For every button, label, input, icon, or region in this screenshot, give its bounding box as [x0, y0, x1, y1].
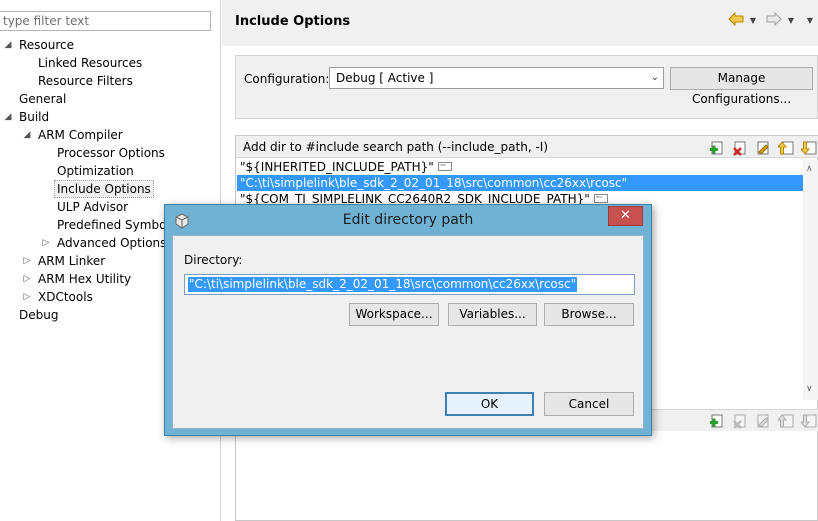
move-down-icon[interactable]: [799, 140, 817, 156]
include-paths-header: Add dir to #include search path (--inclu…: [236, 136, 818, 158]
tree-item-advanced-options[interactable]: Advanced Options: [55, 234, 168, 252]
move-up-icon[interactable]: [776, 140, 794, 156]
directory-input-value: "C:\ti\simplelink\ble_sdk_2_02_01_18\src…: [188, 277, 578, 292]
tree-item-resource[interactable]: Resource: [17, 36, 76, 54]
delete-icon[interactable]: [732, 413, 748, 429]
tree-item-arm-compiler[interactable]: ARM Compiler: [36, 126, 125, 144]
include-path-row[interactable]: "${INHERITED_INCLUDE_PATH}": [237, 158, 803, 175]
tree-item-xdctools[interactable]: XDCtools: [36, 288, 95, 306]
forward-arrow-icon[interactable]: [765, 11, 783, 30]
expand-toggle-icon[interactable]: ▷: [22, 288, 32, 306]
ok-button[interactable]: OK: [445, 392, 534, 416]
tree-item-linked-resources[interactable]: Linked Resources: [36, 54, 144, 72]
page-header: Include Options ▼ ▼ ▼: [222, 0, 818, 46]
expand-toggle-icon[interactable]: ◢: [22, 126, 32, 144]
directory-input[interactable]: "C:\ti\simplelink\ble_sdk_2_02_01_18\src…: [184, 274, 635, 295]
scroll-up-icon[interactable]: ∧: [806, 164, 813, 174]
move-down-icon[interactable]: [799, 413, 817, 429]
tree-item-include-options[interactable]: Include Options: [54, 180, 154, 198]
tree-item-general[interactable]: General: [17, 90, 68, 108]
move-up-icon[interactable]: [776, 413, 794, 429]
directory-label: Directory:: [184, 253, 243, 267]
ellipsis-icon: [593, 190, 608, 206]
variables-button[interactable]: Variables...: [448, 303, 537, 326]
dialog-titlebar[interactable]: Edit directory path ✕: [165, 205, 651, 235]
back-history-chevron-icon[interactable]: ▼: [748, 12, 758, 30]
expand-toggle-icon[interactable]: ◢: [3, 108, 13, 126]
expand-toggle-icon[interactable]: ◢: [3, 36, 13, 54]
add-icon[interactable]: [709, 413, 725, 429]
expand-toggle-icon[interactable]: ▷: [22, 252, 32, 270]
view-menu-chevron-icon[interactable]: ▼: [805, 12, 815, 30]
edit-icon[interactable]: [755, 413, 771, 429]
tree-item-debug[interactable]: Debug: [17, 306, 60, 324]
include-paths-scrollbar[interactable]: ∧ ∨: [803, 160, 818, 400]
dialog-body: Directory: "C:\ti\simplelink\ble_sdk_2_0…: [172, 235, 644, 429]
edit-icon[interactable]: [755, 140, 771, 156]
configuration-label: Configuration:: [244, 72, 330, 86]
lower-toolbar: [650, 409, 818, 431]
expand-toggle-icon[interactable]: ▷: [22, 270, 32, 288]
back-arrow-icon[interactable]: [727, 11, 745, 30]
include-path-text: "C:\ti\simplelink\ble_sdk_2_02_01_18\src…: [240, 176, 628, 190]
edit-directory-dialog: Edit directory path ✕ Directory: "C:\ti\…: [164, 204, 652, 436]
expand-toggle-icon[interactable]: ▷: [41, 234, 51, 252]
delete-icon[interactable]: [732, 140, 748, 156]
filter-input[interactable]: [0, 11, 211, 31]
chevron-down-icon[interactable]: ⌄: [651, 68, 659, 88]
tree-item-ulp-advisor[interactable]: ULP Advisor: [55, 198, 130, 216]
include-path-text: "${INHERITED_INCLUDE_PATH}": [240, 160, 434, 174]
tree-item-arm-hex-utility[interactable]: ARM Hex Utility: [36, 270, 133, 288]
close-button[interactable]: ✕: [608, 206, 643, 226]
configuration-select[interactable]: Debug [ Active ] ⌄: [329, 67, 664, 89]
browse-button[interactable]: Browse...: [544, 303, 634, 326]
tree-item-optimization[interactable]: Optimization: [55, 162, 136, 180]
tree-item-processor-options[interactable]: Processor Options: [55, 144, 167, 162]
cancel-button[interactable]: Cancel: [544, 392, 634, 416]
tree-item-predefined-symbols[interactable]: Predefined Symbols: [55, 216, 178, 234]
close-icon: ✕: [620, 208, 631, 223]
scroll-down-icon[interactable]: ∨: [806, 384, 813, 394]
add-icon[interactable]: [709, 140, 725, 156]
tree-item-arm-linker[interactable]: ARM Linker: [36, 252, 107, 270]
tree-item-resource-filters[interactable]: Resource Filters: [36, 72, 135, 90]
manage-configurations-button[interactable]: Manage Configurations...: [670, 67, 813, 106]
forward-history-chevron-icon[interactable]: ▼: [786, 12, 796, 30]
include-path-row[interactable]: "C:\ti\simplelink\ble_sdk_2_02_01_18\src…: [237, 175, 803, 191]
workspace-button[interactable]: Workspace...: [349, 303, 439, 326]
page-title: Include Options: [235, 14, 351, 29]
configuration-group: Configuration: Debug [ Active ] ⌄ Manage…: [235, 55, 818, 119]
include-paths-title: Add dir to #include search path (--inclu…: [243, 140, 549, 154]
ellipsis-icon: [437, 158, 452, 174]
tree-item-build[interactable]: Build: [17, 108, 51, 126]
configuration-select-value: Debug [ Active ]: [336, 71, 434, 85]
dialog-title: Edit directory path: [342, 212, 474, 228]
